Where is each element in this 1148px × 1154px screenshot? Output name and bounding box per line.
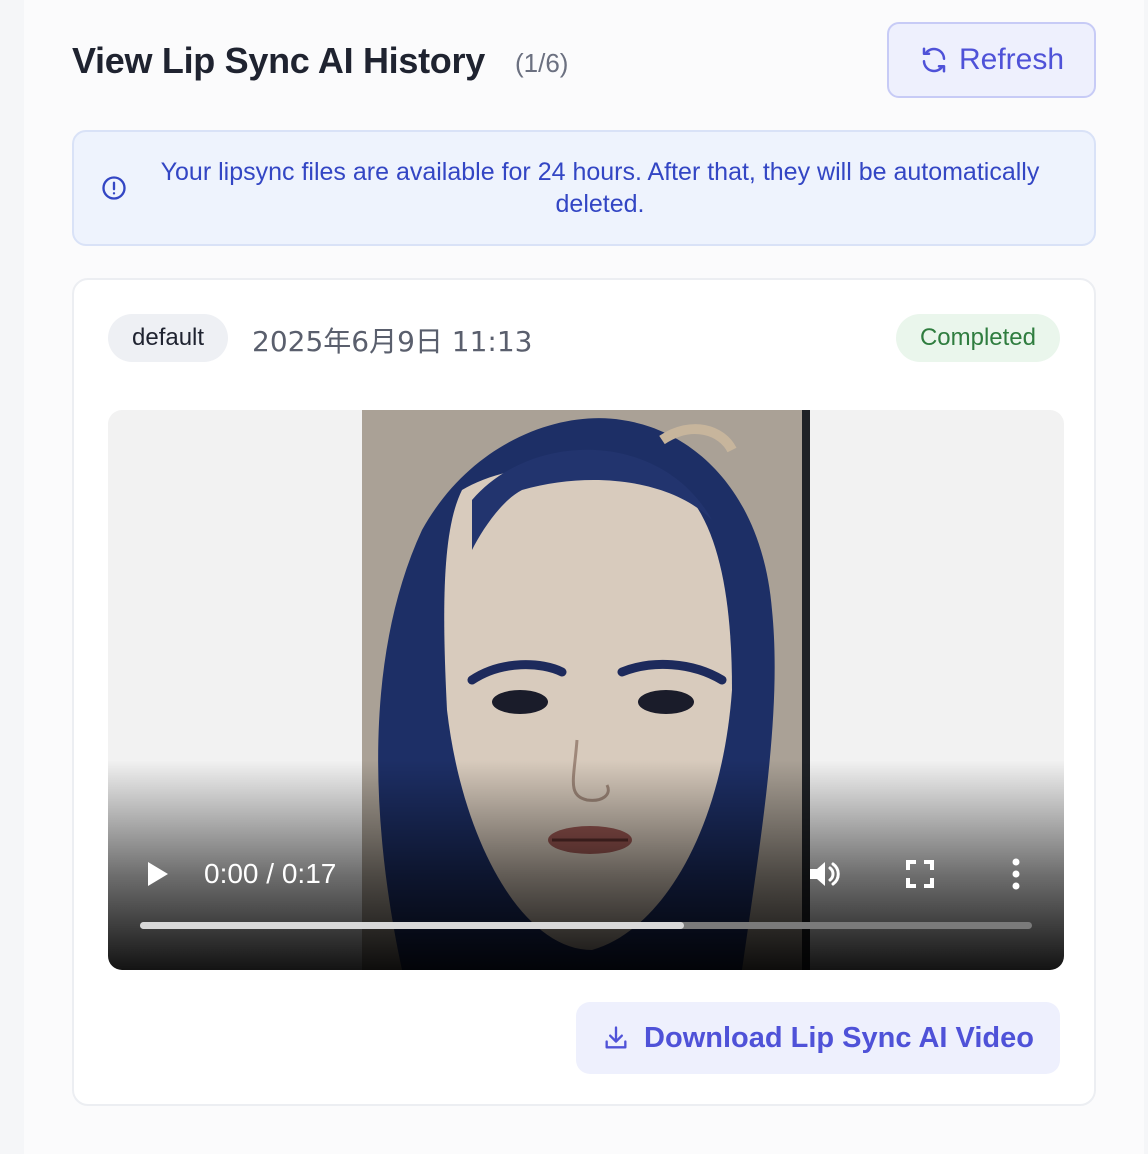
retention-notice: Your lipsync files are available for 24 … — [72, 130, 1096, 246]
progress-track[interactable] — [140, 922, 1032, 929]
refresh-icon — [922, 47, 946, 73]
play-icon[interactable] — [144, 858, 172, 890]
progress-buffered — [140, 922, 685, 929]
volume-icon[interactable] — [806, 856, 842, 892]
video-player[interactable]: 0:00 / 0:17 — [108, 410, 1064, 970]
time-separator: / — [258, 858, 282, 889]
left-gutter — [0, 0, 24, 1154]
duration: 0:17 — [281, 858, 337, 889]
fullscreen-icon[interactable] — [904, 858, 936, 890]
refresh-button[interactable]: Refresh — [887, 22, 1096, 98]
current-time: 0:00 — [204, 858, 259, 889]
download-video-button[interactable]: Download Lip Sync AI Video — [576, 1002, 1060, 1074]
download-button-label: Download Lip Sync AI Video — [644, 1021, 1034, 1054]
history-card: default 2025年6月9日 11:13 Completed 0:00 /… — [72, 278, 1096, 1106]
right-gutter — [1144, 0, 1148, 1154]
info-icon — [102, 176, 126, 200]
history-panel: View Lip Sync AI History (1/6) Refresh Y… — [24, 0, 1144, 1154]
page-counter: (1/6) — [515, 48, 569, 78]
more-vertical-icon[interactable] — [1004, 856, 1028, 892]
time-display: 0:00 / 0:17 — [204, 858, 336, 890]
page-title: View Lip Sync AI History — [72, 40, 485, 81]
notice-text: Your lipsync files are available for 24 … — [160, 158, 1040, 218]
refresh-button-label: Refresh — [958, 43, 1065, 76]
created-date: 2025年6月9日 11:13 — [252, 325, 533, 358]
model-tag: default — [108, 314, 229, 362]
status-badge: Completed — [895, 314, 1060, 362]
download-icon — [605, 1026, 627, 1049]
history-header: View Lip Sync AI History (1/6) Refresh — [72, 22, 1096, 98]
